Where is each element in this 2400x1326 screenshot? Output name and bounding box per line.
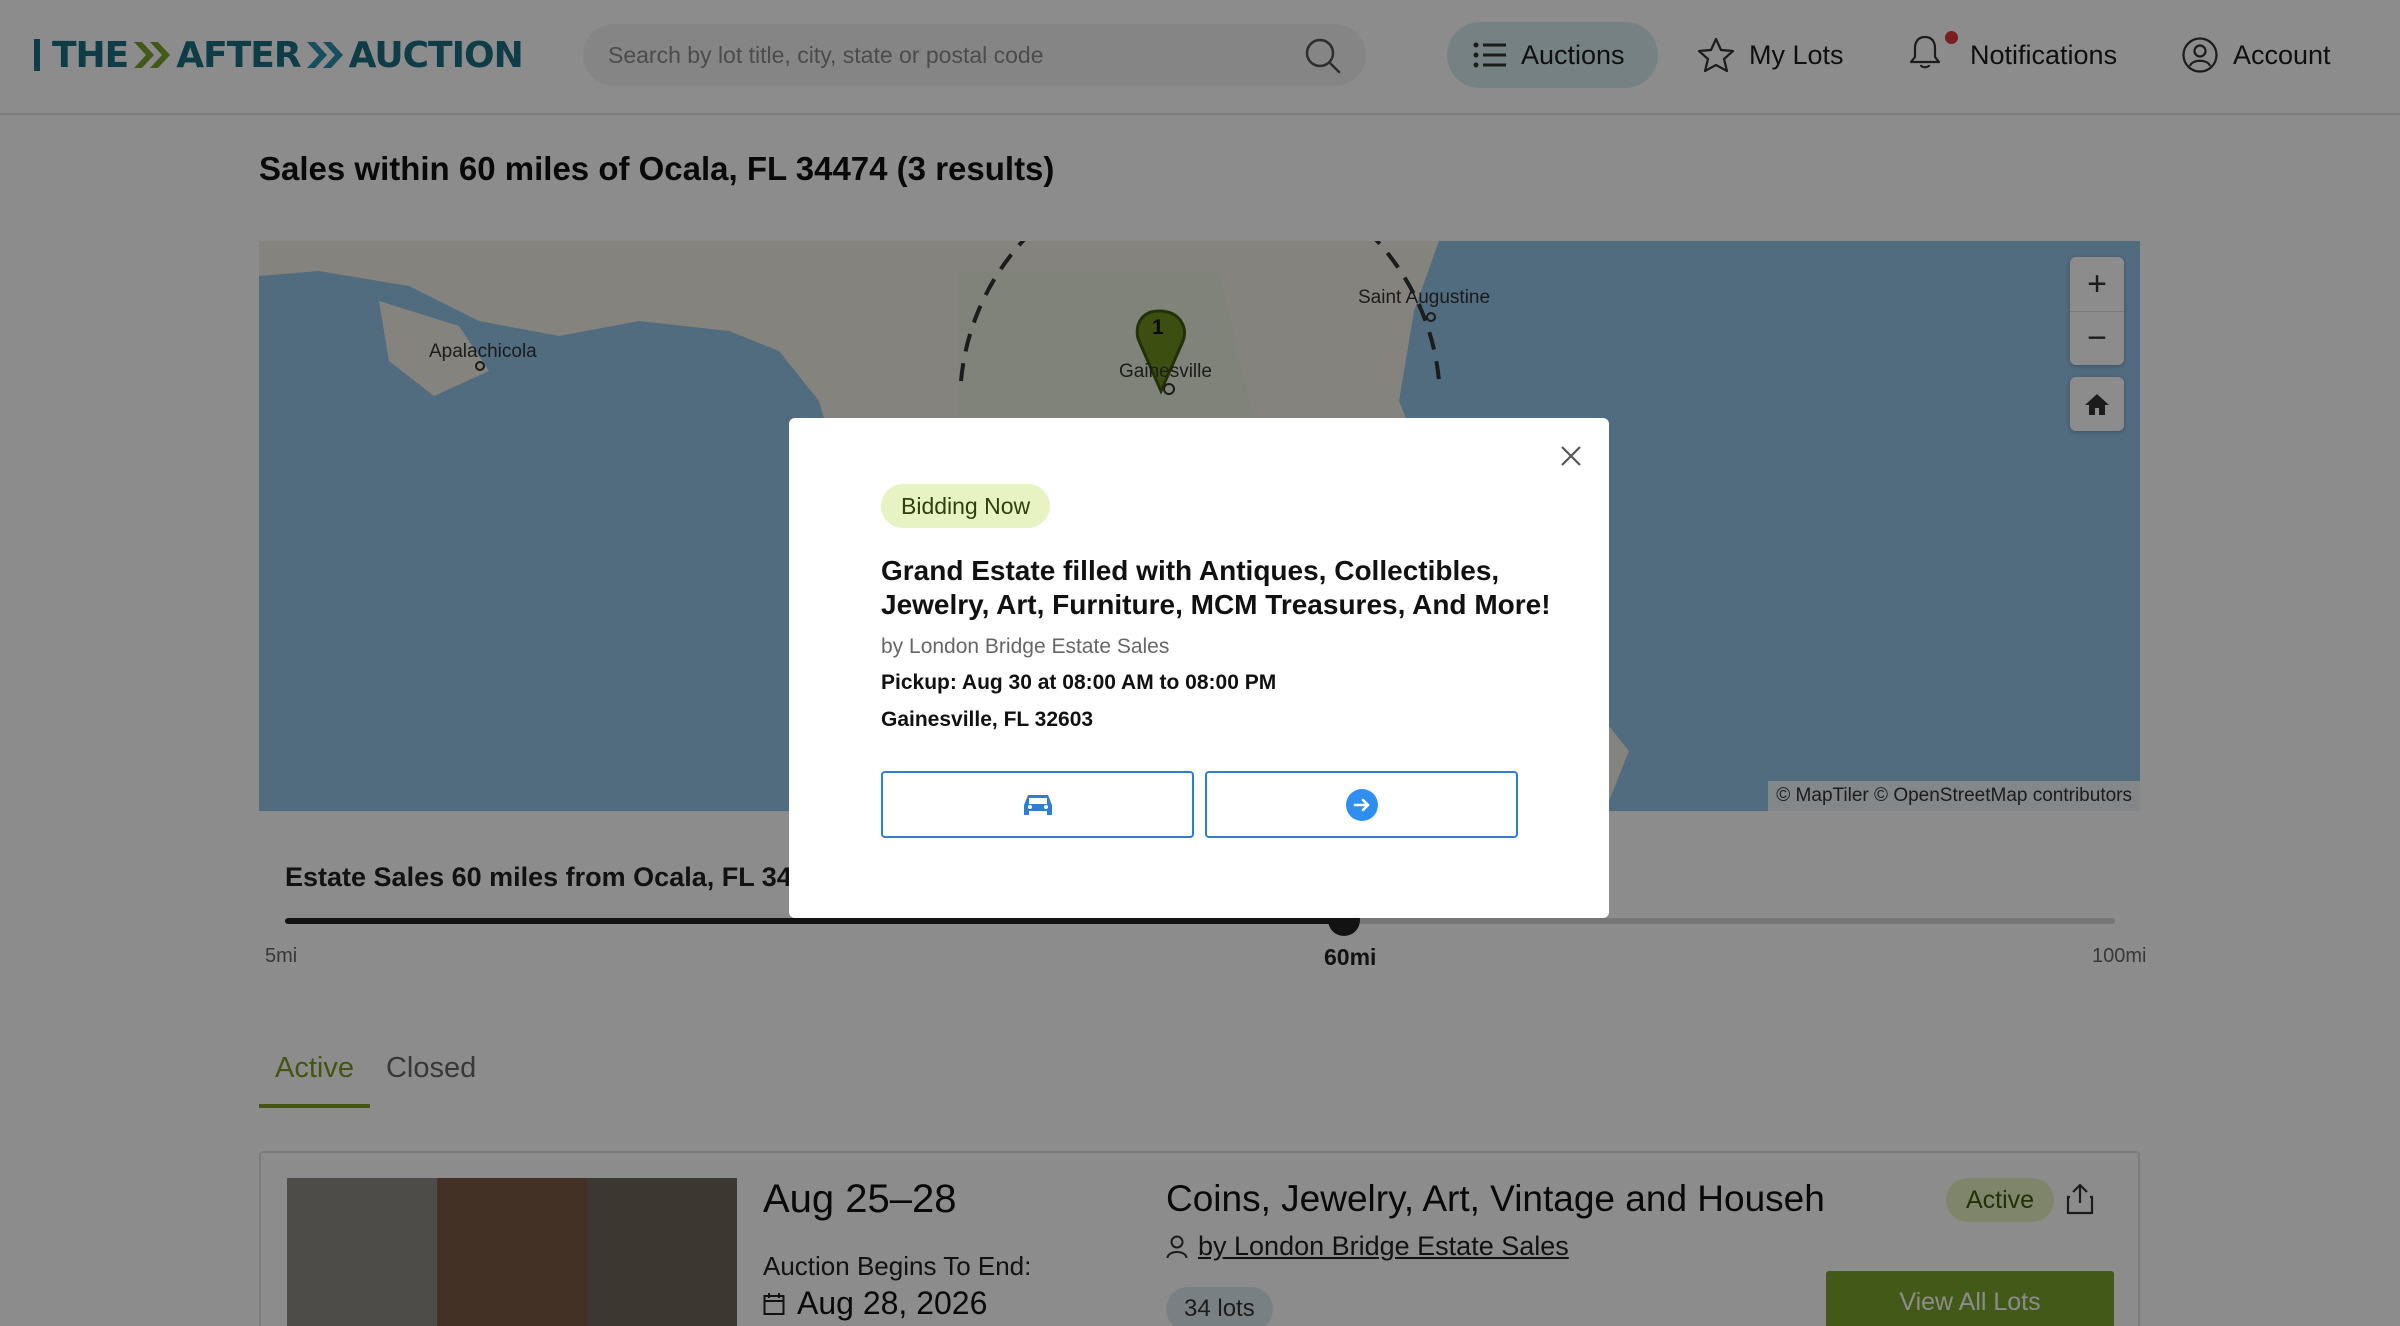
view-auction-button[interactable]: [1205, 771, 1518, 838]
close-icon[interactable]: [1557, 442, 1585, 470]
auction-popup-modal: Bidding Now Grand Estate filled with Ant…: [789, 418, 1609, 918]
modal-address: Gainesville, FL 32603: [881, 708, 1094, 731]
modal-seller: by London Bridge Estate Sales: [881, 635, 1170, 658]
modal-auction-title: Grand Estate filled with Antiques, Colle…: [881, 555, 1551, 620]
car-icon: [1023, 794, 1052, 815]
modal-pickup-time: Pickup: Aug 30 at 08:00 AM to 08:00 PM: [881, 671, 1277, 694]
arrow-right-circle-icon: [1345, 788, 1378, 821]
bidding-status-badge: Bidding Now: [881, 484, 1051, 528]
directions-button[interactable]: [881, 771, 1194, 838]
